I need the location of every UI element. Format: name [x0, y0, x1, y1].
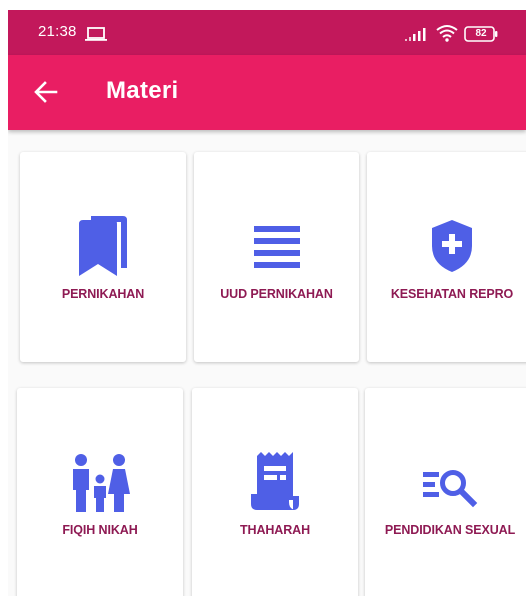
menu-label: KESEHATAN REPRO	[390, 287, 514, 301]
status-time: 21:38	[38, 23, 77, 40]
menu-label: FIQIH NIKAH	[62, 523, 138, 537]
status-bar: 21:38 82	[8, 10, 526, 55]
search-list-icon	[423, 470, 478, 508]
menu-card-kesehatan-repro[interactable]: KESEHATAN REPRO	[367, 152, 526, 362]
back-button[interactable]	[26, 74, 66, 110]
menu-grid: PERNIKAHAN UUD PERNIKAHAN KESEHATAN REPR…	[8, 130, 526, 596]
page-title: Materi	[106, 77, 179, 104]
menu-label: THAHARAH	[239, 523, 311, 537]
menu-card-fiqih-nikah[interactable]: FIQIH NIKAH	[17, 388, 183, 596]
menu-card-pernikahan[interactable]: PERNIKAHAN	[20, 152, 186, 362]
family-icon	[73, 454, 130, 512]
shield-plus-icon	[432, 220, 472, 272]
menu-label: PERNIKAHAN	[61, 287, 145, 301]
book-icon	[79, 216, 127, 276]
receipt-icon	[251, 452, 299, 510]
menu-label: PENDIDIKAN SEXUAL	[384, 523, 516, 537]
menu-label: UUD PERNIKAHAN	[220, 287, 333, 301]
list-icon	[253, 226, 300, 268]
app-screen: 21:38 82 Materi PERNIKAHAN UUD PERNIKAHA…	[8, 10, 526, 596]
app-bar: Materi	[8, 55, 526, 130]
signal-icon	[405, 28, 426, 41]
menu-card-pendidikan-sexual[interactable]: PENDIDIKAN SEXUAL	[365, 388, 526, 596]
laptop-icon	[85, 27, 107, 41]
battery-level: 82	[475, 28, 487, 39]
arrow-left-icon	[34, 81, 58, 103]
menu-card-uud-pernikahan[interactable]: UUD PERNIKAHAN	[194, 152, 359, 362]
menu-card-thaharah[interactable]: THAHARAH	[192, 388, 358, 596]
wifi-icon	[436, 25, 458, 42]
